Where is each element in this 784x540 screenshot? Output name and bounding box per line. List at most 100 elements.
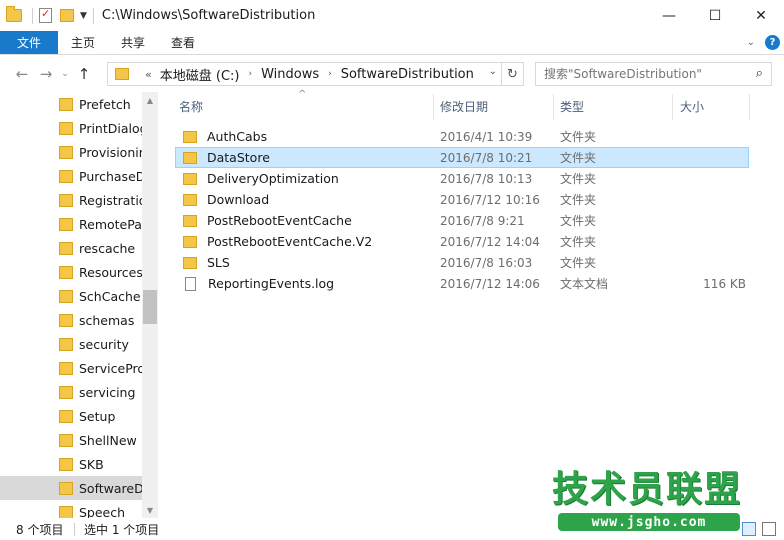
sidebar-item-schemas[interactable]: schemas bbox=[0, 308, 142, 332]
forward-button[interactable]: → bbox=[34, 62, 58, 86]
sidebar-item-registration[interactable]: Registration bbox=[0, 188, 142, 212]
sidebar-item-prefetch[interactable]: Prefetch bbox=[0, 92, 142, 116]
column-divider[interactable] bbox=[672, 94, 673, 120]
file-row-datastore[interactable]: DataStore 2016/7/8 10:21 文件夹 bbox=[175, 147, 749, 168]
sidebar-item-shellnew[interactable]: ShellNew bbox=[0, 428, 142, 452]
breadcrumb-windows[interactable]: Windows bbox=[261, 67, 319, 82]
sidebar-item-label: PurchaseDialog bbox=[79, 168, 142, 184]
folder-icon bbox=[59, 145, 73, 159]
sidebar-item-security[interactable]: security bbox=[0, 332, 142, 356]
column-divider[interactable] bbox=[553, 94, 554, 120]
file-row-postrebooteventcache[interactable]: PostRebootEventCache 2016/7/8 9:21 文件夹 bbox=[175, 210, 749, 231]
sidebar-item-label: SoftwareDistribution bbox=[79, 480, 142, 496]
maximize-button[interactable]: ☐ bbox=[692, 0, 738, 31]
back-button[interactable]: ← bbox=[10, 62, 34, 86]
sidebar-item-label: Provisioning bbox=[79, 144, 142, 160]
watermark-url: www.jsgho.com bbox=[558, 513, 740, 531]
chevron-right-icon[interactable]: › bbox=[328, 69, 332, 79]
file-row-authcabs[interactable]: AuthCabs 2016/4/1 10:39 文件夹 bbox=[175, 126, 749, 147]
search-icon[interactable]: ⌕ bbox=[756, 66, 763, 81]
sidebar-item-schcache[interactable]: SchCache bbox=[0, 284, 142, 308]
sidebar-item-label: Speech bbox=[79, 504, 126, 519]
search-input[interactable] bbox=[544, 67, 744, 81]
selected-count: 选中 1 个项目 bbox=[84, 522, 160, 537]
sidebar-scrollbar[interactable]: ▲ ▼ bbox=[142, 92, 158, 518]
sidebar-item-label: RemotePackages bbox=[79, 216, 142, 232]
file-row-reportingevents-log[interactable]: ReportingEvents.log 2016/7/12 14:06 文本文档… bbox=[175, 273, 749, 294]
folder-icon bbox=[59, 337, 73, 351]
file-row-download[interactable]: Download 2016/7/12 10:16 文件夹 bbox=[175, 189, 749, 210]
folder-icon bbox=[59, 505, 73, 518]
chevron-down-icon[interactable]: ⌄ bbox=[489, 66, 497, 77]
breadcrumb-softwaredistribution[interactable]: SoftwareDistribution bbox=[341, 67, 474, 82]
sidebar-item-resources[interactable]: Resources bbox=[0, 260, 142, 284]
sidebar-item-skb[interactable]: SKB bbox=[0, 452, 142, 476]
address-bar[interactable]: « 本地磁盘 (C:) › Windows › SoftwareDistribu… bbox=[107, 62, 524, 86]
properties-icon[interactable] bbox=[39, 7, 52, 23]
file-row-sls[interactable]: SLS 2016/7/8 16:03 文件夹 bbox=[175, 252, 749, 273]
scroll-up-icon[interactable]: ▲ bbox=[142, 92, 158, 108]
expand-ribbon-icon[interactable]: ⌄ bbox=[747, 37, 755, 48]
column-header-name[interactable]: 名称 bbox=[179, 92, 203, 120]
sidebar-item-remotepackages[interactable]: RemotePackages bbox=[0, 212, 142, 236]
refresh-button[interactable]: ↻ bbox=[501, 63, 523, 85]
breadcrumb-local-disk[interactable]: 本地磁盘 (C:) bbox=[160, 65, 240, 84]
sidebar-item-label: ShellNew bbox=[79, 432, 137, 448]
file-type: 文件夹 bbox=[560, 151, 597, 165]
overflow-crumb-icon[interactable]: « bbox=[145, 68, 152, 81]
tab-view[interactable]: 查看 bbox=[158, 31, 208, 54]
folder-icon bbox=[59, 121, 73, 135]
folder-icon bbox=[183, 172, 197, 185]
recent-locations-button[interactable]: ⌄ bbox=[58, 62, 72, 86]
tab-share[interactable]: 共享 bbox=[108, 31, 158, 54]
new-folder-icon[interactable] bbox=[60, 9, 74, 22]
folder-icon bbox=[59, 289, 73, 303]
column-header-size[interactable]: 大小 bbox=[680, 92, 704, 120]
folder-icon bbox=[6, 6, 22, 22]
sidebar-item-provisioning[interactable]: Provisioning bbox=[0, 140, 142, 164]
sidebar-item-label: SchCache bbox=[79, 288, 141, 304]
scroll-down-icon[interactable]: ▼ bbox=[142, 502, 158, 518]
file-date: 2016/7/8 9:21 bbox=[440, 213, 525, 228]
column-header-date[interactable]: 修改日期 bbox=[440, 92, 488, 120]
tab-file[interactable]: 文件 bbox=[0, 31, 58, 54]
up-button[interactable]: ↑ bbox=[72, 62, 96, 86]
chevron-right-icon[interactable]: › bbox=[248, 69, 252, 79]
sidebar-item-label: security bbox=[79, 336, 129, 352]
minimize-button[interactable]: — bbox=[646, 0, 692, 31]
folder-icon bbox=[59, 361, 73, 375]
title-bar: ▼ C:\Windows\SoftwareDistribution — ☐ ✕ bbox=[0, 0, 784, 31]
tab-home[interactable]: 主页 bbox=[58, 31, 108, 54]
folder-icon bbox=[183, 214, 197, 227]
file-type: 文件夹 bbox=[560, 214, 597, 228]
column-divider[interactable] bbox=[749, 94, 750, 120]
folder-icon bbox=[59, 169, 73, 183]
toolbar-divider bbox=[32, 7, 33, 24]
folder-icon bbox=[59, 385, 73, 399]
file-row-deliveryoptimization[interactable]: DeliveryOptimization 2016/7/8 10:13 文件夹 bbox=[175, 168, 749, 189]
sidebar-item-servicing[interactable]: servicing bbox=[0, 380, 142, 404]
file-row-postrebooteventcache-v2[interactable]: PostRebootEventCache.V2 2016/7/12 14:04 … bbox=[175, 231, 749, 252]
column-divider[interactable] bbox=[433, 94, 434, 120]
close-button[interactable]: ✕ bbox=[738, 0, 784, 31]
sidebar-item-label: rescache bbox=[79, 240, 136, 256]
sidebar-item-softwaredistribution[interactable]: SoftwareDistribution bbox=[0, 476, 142, 500]
file-type: 文件夹 bbox=[560, 172, 597, 186]
sidebar-item-printdialog[interactable]: PrintDialog bbox=[0, 116, 142, 140]
column-header-type[interactable]: 类型 bbox=[560, 92, 584, 120]
sidebar-item-speech[interactable]: Speech bbox=[0, 500, 142, 518]
sidebar-item-setup[interactable]: Setup bbox=[0, 404, 142, 428]
customize-toolbar-icon[interactable]: ▼ bbox=[80, 11, 87, 21]
file-name: DataStore bbox=[207, 150, 270, 165]
file-type: 文件夹 bbox=[560, 256, 597, 270]
sidebar-item-purchasedialog[interactable]: PurchaseDialog bbox=[0, 164, 142, 188]
sidebar-item-serviceprofiles[interactable]: ServiceProfiles bbox=[0, 356, 142, 380]
folder-icon bbox=[59, 457, 73, 471]
file-type: 文件夹 bbox=[560, 193, 597, 207]
scrollbar-thumb[interactable] bbox=[143, 290, 157, 324]
file-date: 2016/7/8 16:03 bbox=[440, 255, 533, 270]
sidebar-item-rescache[interactable]: rescache bbox=[0, 236, 142, 260]
help-icon[interactable]: ? bbox=[765, 35, 780, 50]
search-box[interactable]: ⌕ bbox=[535, 62, 772, 86]
folder-icon bbox=[59, 481, 73, 495]
